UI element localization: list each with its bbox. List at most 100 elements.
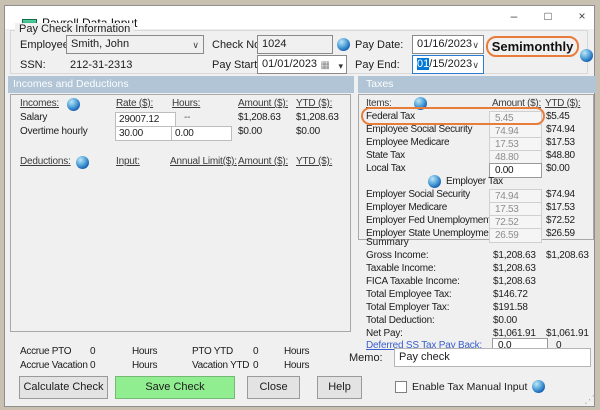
- summary-ytd: $1,208.63: [546, 250, 589, 261]
- help-globe-icon[interactable]: [428, 175, 441, 188]
- employee-label: Employee:: [20, 39, 72, 51]
- income-row-overtime: Overtime hourly 30.00 0.00 $0.00 $0.00: [20, 126, 350, 140]
- summary-row: Total Employee Tax: $146.72: [366, 289, 596, 302]
- resize-grip[interactable]: ⋰: [584, 393, 595, 406]
- employee-dropdown[interactable]: Smith, John ∨: [66, 35, 204, 54]
- ssn-label: SSN:: [20, 59, 46, 71]
- employee-value: Smith, John: [71, 38, 129, 50]
- summary-label: FICA Taxable Income:: [366, 276, 460, 287]
- summary-row: Total Deduction: $0.00: [366, 315, 596, 328]
- ded-amount-header: Amount ($):: [238, 156, 288, 167]
- rate-header: Rate ($):: [116, 98, 153, 109]
- tax-name: State Tax: [366, 150, 405, 161]
- accrue-value: 0: [90, 360, 95, 371]
- ytd-value: $0.00: [296, 126, 320, 137]
- accrue-label: Accrue PTO: [20, 346, 71, 357]
- accrue-value: 0: [90, 346, 95, 357]
- tax-ytd-value: $26.59: [546, 228, 575, 239]
- tax-ytd-value: $17.53: [546, 137, 575, 148]
- incomes-band: Incomes and Deductions: [8, 76, 354, 93]
- summary-value: $191.58: [493, 302, 528, 313]
- tax-ytd-value: $74.94: [546, 189, 575, 200]
- tax-row-state: State Tax 48.80 $48.80: [366, 150, 594, 164]
- close-window-button[interactable]: ×: [566, 6, 598, 27]
- help-globe-icon[interactable]: [67, 98, 80, 111]
- chevron-down-icon: ∨: [472, 57, 479, 74]
- pay-date-input[interactable]: 01/16/2023 ∨: [412, 35, 484, 54]
- pay-date-label: Pay Date:: [355, 39, 403, 51]
- enable-tax-manual-input-checkbox[interactable]: [395, 381, 407, 393]
- federal-tax-highlight-oval: [361, 107, 545, 125]
- memo-value: Pay check: [399, 351, 450, 363]
- vacation-row: Accrue Vacation 0 Hours Vacation YTD 0 H…: [20, 360, 360, 373]
- summary-value: $0.00: [493, 315, 517, 326]
- ytd-value: 0: [253, 360, 258, 371]
- chevron-down-icon: ∨: [472, 37, 479, 54]
- amount-value: $1,208.63: [238, 112, 281, 123]
- amount-header: Amount ($):: [238, 98, 288, 109]
- hours-header: Hours:: [172, 98, 200, 109]
- income-row-salary: Salary 29007.12 -- $1,208.63 $1,208.63: [20, 112, 350, 126]
- tax-name: Employer Fed Unemployment: [366, 215, 491, 226]
- pay-date-value: 01/16/2023: [417, 38, 472, 50]
- help-globe-icon[interactable]: [76, 156, 89, 169]
- dropdown-arrow-icon: ▾: [338, 58, 343, 74]
- save-check-button[interactable]: Save Check: [115, 376, 235, 399]
- maximize-button[interactable]: □: [532, 6, 564, 27]
- accrue-label: Accrue Vacation: [20, 360, 88, 371]
- tax-name: Employer Medicare: [366, 202, 447, 213]
- deductions-header-row: Deductions: Input: Annual Limit($): Amou…: [20, 156, 350, 170]
- tax-ytd-value: $5.45: [546, 111, 570, 122]
- check-no-input[interactable]: 1024: [257, 35, 333, 54]
- hours-unit: Hours: [132, 360, 157, 371]
- enable-tax-manual-input-label: Enable Tax Manual Input: [412, 381, 527, 393]
- tax-row-er-fed-unemp: Employer Fed Unemployment 72.52 $72.52: [366, 215, 594, 229]
- summary-value: $1,208.63: [493, 263, 536, 274]
- rate-input[interactable]: 29007.12: [115, 112, 176, 127]
- rate-input[interactable]: 30.00: [115, 126, 176, 141]
- amount-value: $0.00: [238, 126, 262, 137]
- hours-input[interactable]: 0.00: [171, 126, 232, 141]
- calculate-check-button[interactable]: Calculate Check: [19, 376, 108, 399]
- tax-ytd-value: $72.52: [546, 215, 575, 226]
- income-name: Salary: [20, 112, 47, 123]
- annual-limit-header: Annual Limit($):: [170, 156, 237, 167]
- tax-name: Employee Social Security: [366, 124, 472, 135]
- tax-amount-input: 26.59: [489, 228, 542, 243]
- summary-value: $1,208.63: [493, 276, 536, 287]
- hours-unit: Hours: [284, 346, 309, 357]
- tax-row-emp-medicare: Employee Medicare 17.53 $17.53: [366, 137, 594, 151]
- check-no-value: 1024: [262, 38, 286, 50]
- help-globe-icon[interactable]: [337, 38, 350, 51]
- pay-start-value: 01/01/2023: [262, 58, 317, 70]
- tax-ytd-header: YTD ($):: [545, 98, 580, 109]
- summary-label: Total Employee Tax:: [366, 289, 452, 300]
- summary-label: Gross Income:: [366, 250, 428, 261]
- pay-end-input[interactable]: 01/15/2023 ∨: [412, 55, 484, 74]
- minimize-button[interactable]: –: [498, 6, 530, 27]
- income-name: Overtime hourly: [20, 126, 88, 137]
- tax-ytd-value: $0.00: [546, 163, 570, 174]
- tax-ytd-value: $17.53: [546, 202, 575, 213]
- help-globe-icon[interactable]: [532, 380, 545, 393]
- summary-label: Net Pay:: [366, 328, 403, 339]
- ytd-value: 0: [253, 346, 258, 357]
- summary-title: Summary: [366, 237, 409, 248]
- hours-value: --: [184, 112, 190, 123]
- pay-start-input[interactable]: 01/01/2023 ▦ ▾: [257, 55, 347, 74]
- pay-end-selected-text: 01: [417, 58, 429, 70]
- pto-row: Accrue PTO 0 Hours PTO YTD 0 Hours: [20, 346, 360, 359]
- hours-unit: Hours: [284, 360, 309, 371]
- help-button[interactable]: Help: [317, 376, 362, 399]
- close-button[interactable]: Close: [247, 376, 300, 399]
- ytd-label: PTO YTD: [192, 346, 233, 357]
- hours-unit: Hours: [132, 346, 157, 357]
- summary-row: FICA Taxable Income: $1,208.63: [366, 276, 596, 289]
- pay-start-label: Pay Start:: [212, 59, 260, 71]
- summary-ytd: $1,061.91: [546, 328, 589, 339]
- employer-tax-subheader: Employer Tax: [366, 176, 594, 190]
- memo-input[interactable]: Pay check: [394, 348, 591, 367]
- ytd-value: $1,208.63: [296, 112, 339, 123]
- help-globe-icon[interactable]: [580, 49, 593, 62]
- employer-tax-label: Employer Tax: [446, 176, 503, 187]
